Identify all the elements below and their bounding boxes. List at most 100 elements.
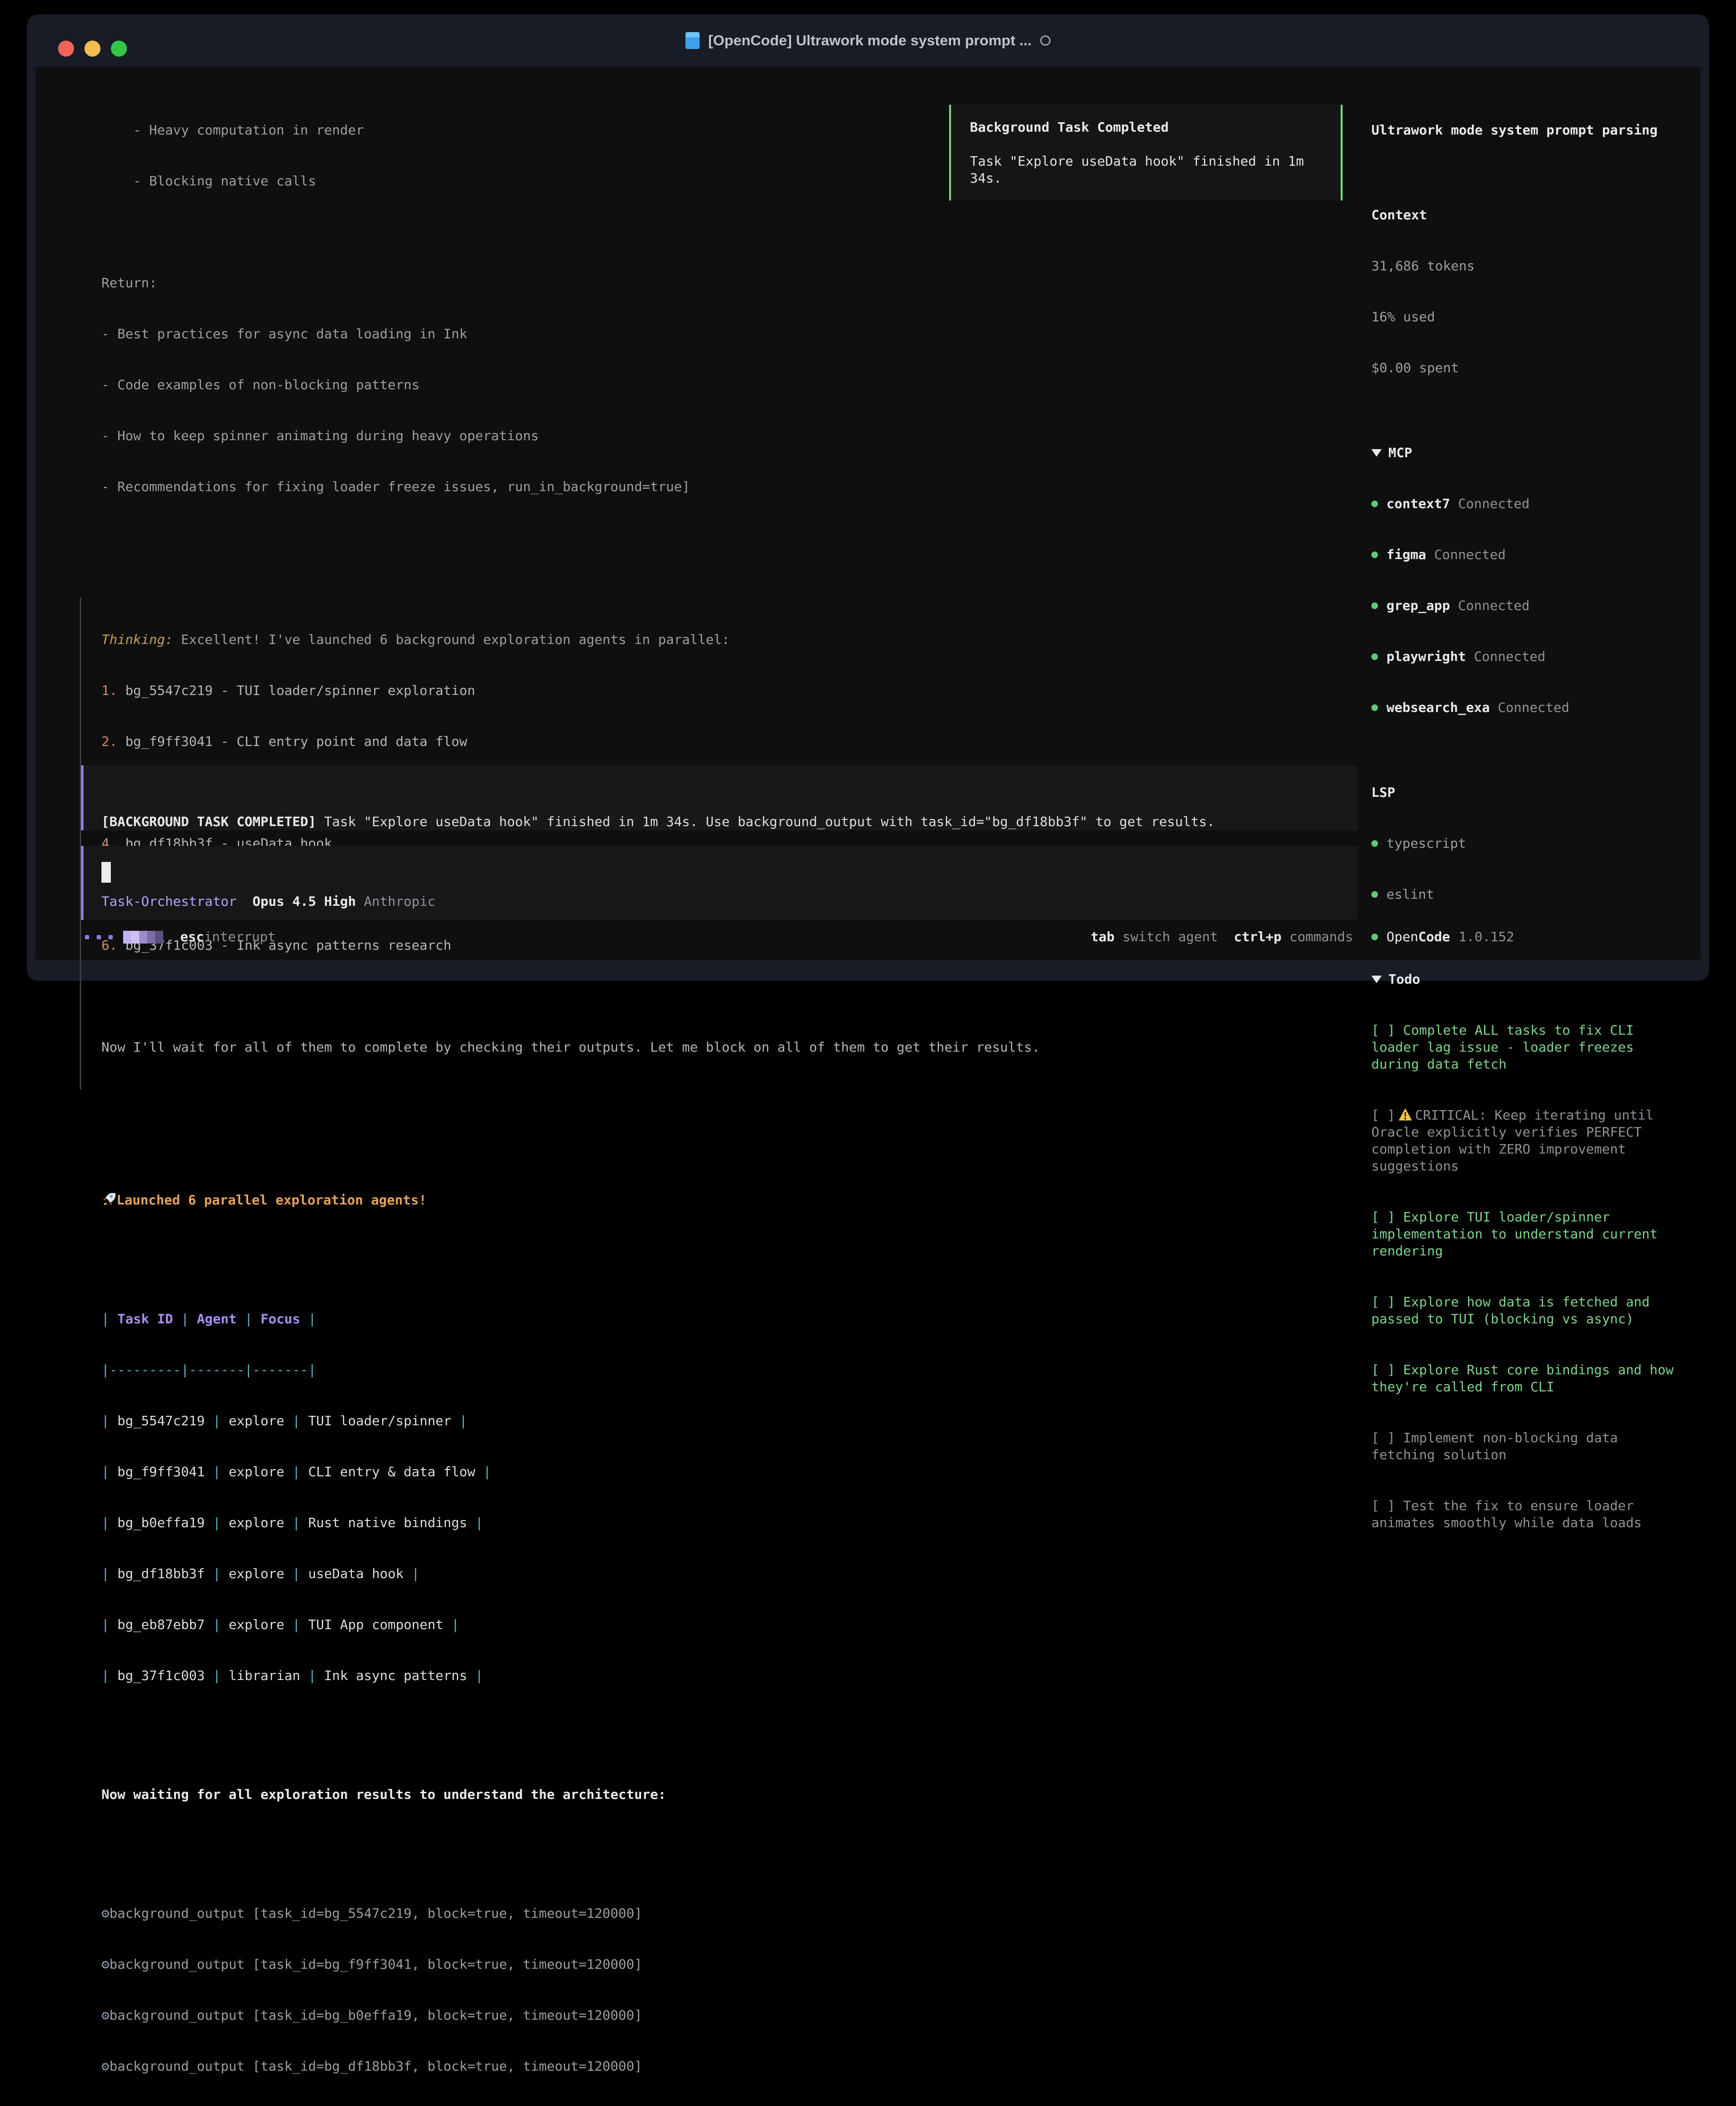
spinner-bar-icon: [123, 931, 163, 944]
lsp-item: eslint: [1371, 886, 1684, 903]
mcp-item: grep_app Connected: [1371, 597, 1684, 614]
input-agent-line: Task-Orchestrator Opus 4.5 High Anthropi…: [101, 893, 435, 910]
tool-result-line: - Blocking native calls: [101, 173, 1040, 190]
mcp-item: websearch_exa Connected: [1371, 699, 1684, 716]
context-tokens: 31,686 tokens: [1371, 258, 1684, 275]
tool-result-line: - How to keep spinner animating during h…: [101, 427, 1040, 444]
statusbar-right: tab switch agent ctrl+p commands: [1091, 928, 1353, 946]
gear-icon: ⚙: [101, 1905, 109, 1921]
completed-message-line: [BACKGROUND TASK COMPLETED] Task "Explor…: [101, 813, 1358, 830]
table-row: | bg_df18bb3f | explore | useData hook |: [101, 1565, 1040, 1582]
blank-line: [101, 529, 1040, 546]
todo-item: [ ] Test the fix to ensure loader animat…: [1371, 1497, 1684, 1531]
tool-call-line: ⚙background_output [task_id=bg_b0effa19,…: [101, 2007, 1040, 2024]
status-dot-icon: [1371, 552, 1378, 558]
todo-section-heading[interactable]: Todo: [1371, 971, 1684, 988]
todo-item: [ ] Explore TUI loader/spinner implement…: [1371, 1209, 1684, 1260]
table-row: | bg_eb87ebb7 | explore | TUI App compon…: [101, 1616, 1040, 1633]
gear-icon: ⚙: [101, 2058, 109, 2074]
blank-line: [101, 1718, 1040, 1735]
notification-body: Task "Explore useData hook" finished in …: [970, 153, 1341, 170]
status-dot-icon: [1371, 653, 1378, 660]
tool-result-line: - Heavy computation in render: [101, 122, 1040, 139]
tool-result-line: - Best practices for async data loading …: [101, 326, 1040, 343]
mcp-item: context7 Connected: [1371, 495, 1684, 512]
blank-line: [101, 988, 1040, 1005]
text-cursor: [101, 862, 111, 883]
status-dot-icon: [1371, 704, 1378, 711]
background-task-completed-message: [BACKGROUND TASK COMPLETED] Task "Explor…: [81, 765, 1358, 830]
tool-call-line: ⚙background_output [task_id=bg_5547c219,…: [101, 1905, 1040, 1922]
thinking-label: Thinking:: [101, 632, 173, 647]
prompt-input[interactable]: Task-Orchestrator Opus 4.5 High Anthropi…: [81, 846, 1358, 920]
gear-icon: ⚙: [101, 1956, 109, 1972]
conversation-log: - Heavy computation in render - Blocking…: [101, 88, 1040, 2106]
tab-key-label: switch agent: [1122, 928, 1218, 945]
thinking-intro: Thinking: Excellent! I've launched 6 bac…: [101, 631, 1040, 648]
input-model-name[interactable]: Opus 4.5 High: [252, 894, 356, 909]
todo-item: [ ]CRITICAL: Keep iterating until Oracle…: [1371, 1107, 1684, 1175]
announcement-text: Launched 6 parallel exploration agents!: [117, 1192, 426, 1208]
thinking-item: 1. bg_5547c219 - TUI loader/spinner expl…: [101, 682, 1040, 699]
app-window: [OpenCode] Ultrawork mode system prompt …: [27, 14, 1709, 981]
blank-line: [101, 224, 1040, 241]
status-dot-icon: [1371, 602, 1378, 609]
spinner-dots-icon: [85, 935, 113, 939]
tool-result-line: - Code examples of non-blocking patterns: [101, 376, 1040, 393]
todo-item: [ ] Implement non-blocking data fetching…: [1371, 1429, 1684, 1463]
table-row: | bg_37f1c003 | librarian | Ink async pa…: [101, 1667, 1040, 1684]
blank-line: [101, 1837, 1040, 1854]
tool-result-line: Return:: [101, 275, 1040, 292]
ctrlp-key-hint: ctrl+p: [1234, 928, 1281, 945]
window-title-text: [OpenCode] Ultrawork mode system prompt …: [708, 32, 1032, 49]
statusbar-left: esc interrupt: [85, 928, 275, 946]
tool-result-line: - Recommendations for fixing loader free…: [101, 478, 1040, 495]
sidebar: Ultrawork mode system prompt parsing Con…: [1371, 88, 1684, 1565]
gear-icon: ⚙: [101, 2007, 109, 2023]
notification-title: Background Task Completed: [970, 119, 1341, 136]
rocket-icon: [101, 1192, 117, 1207]
todo-item: [ ] Explore how data is fetched and pass…: [1371, 1294, 1684, 1328]
input-provider-name: Anthropic: [364, 894, 435, 909]
document-icon: [685, 32, 700, 49]
version-number: 1.0.152: [1459, 928, 1514, 945]
background-task-notification: Background Task Completed Task "Explore …: [949, 105, 1343, 201]
terminal-viewport[interactable]: - Heavy computation in render - Blocking…: [35, 67, 1701, 960]
tool-call-line: ⚙background_output [task_id=bg_df18bb3f,…: [101, 2058, 1040, 2075]
esc-key-label: interrupt: [204, 928, 276, 945]
mcp-item: playwright Connected: [1371, 648, 1684, 665]
app-version-footer: OpenCode 1.0.152: [1371, 928, 1514, 946]
collapse-triangle-icon: [1371, 449, 1382, 457]
waiting-line: Now waiting for all exploration results …: [101, 1786, 1040, 1803]
blank-line: [101, 1124, 1040, 1141]
esc-key-hint: esc: [180, 928, 204, 945]
table-row: | bg_b0effa19 | explore | Rust native bi…: [101, 1514, 1040, 1531]
progress-ring-icon: [1040, 35, 1051, 46]
table-row: | bg_f9ff3041 | explore | CLI entry & da…: [101, 1463, 1040, 1480]
announcement-line: Launched 6 parallel exploration agents!: [101, 1192, 1040, 1209]
brand-name: Open: [1386, 928, 1418, 945]
context-heading: Context: [1371, 207, 1684, 224]
window-title: [OpenCode] Ultrawork mode system prompt …: [27, 14, 1709, 67]
tool-call-line: ⚙background_output [task_id=bg_f9ff3041,…: [101, 1956, 1040, 1973]
context-used: 16% used: [1371, 309, 1684, 326]
tab-key-hint: tab: [1091, 928, 1115, 945]
ctrlp-key-label: commands: [1289, 928, 1353, 945]
table-header-row: | Task ID | Agent | Focus |: [101, 1311, 1040, 1328]
status-dot-icon: [1371, 840, 1378, 847]
mcp-item: figma Connected: [1371, 546, 1684, 563]
input-agent-name[interactable]: Task-Orchestrator: [101, 894, 237, 909]
mcp-section-heading[interactable]: MCP: [1371, 444, 1684, 461]
status-dot-icon: [1371, 891, 1378, 898]
thinking-outro: Now I'll wait for all of them to complet…: [101, 1039, 1040, 1056]
thinking-item: 2. bg_f9ff3041 - CLI entry point and dat…: [101, 733, 1040, 750]
warning-icon: [1398, 1108, 1412, 1121]
status-dot-icon: [1371, 501, 1378, 507]
status-dot-icon: [1371, 934, 1378, 940]
session-title: Ultrawork mode system prompt parsing: [1371, 122, 1684, 139]
blank-line: [101, 1243, 1040, 1260]
todo-item: [ ] Explore Rust core bindings and how t…: [1371, 1362, 1684, 1396]
lsp-item: typescript: [1371, 835, 1684, 852]
context-spent: $0.00 spent: [1371, 359, 1684, 376]
lsp-section-heading: LSP: [1371, 784, 1684, 801]
